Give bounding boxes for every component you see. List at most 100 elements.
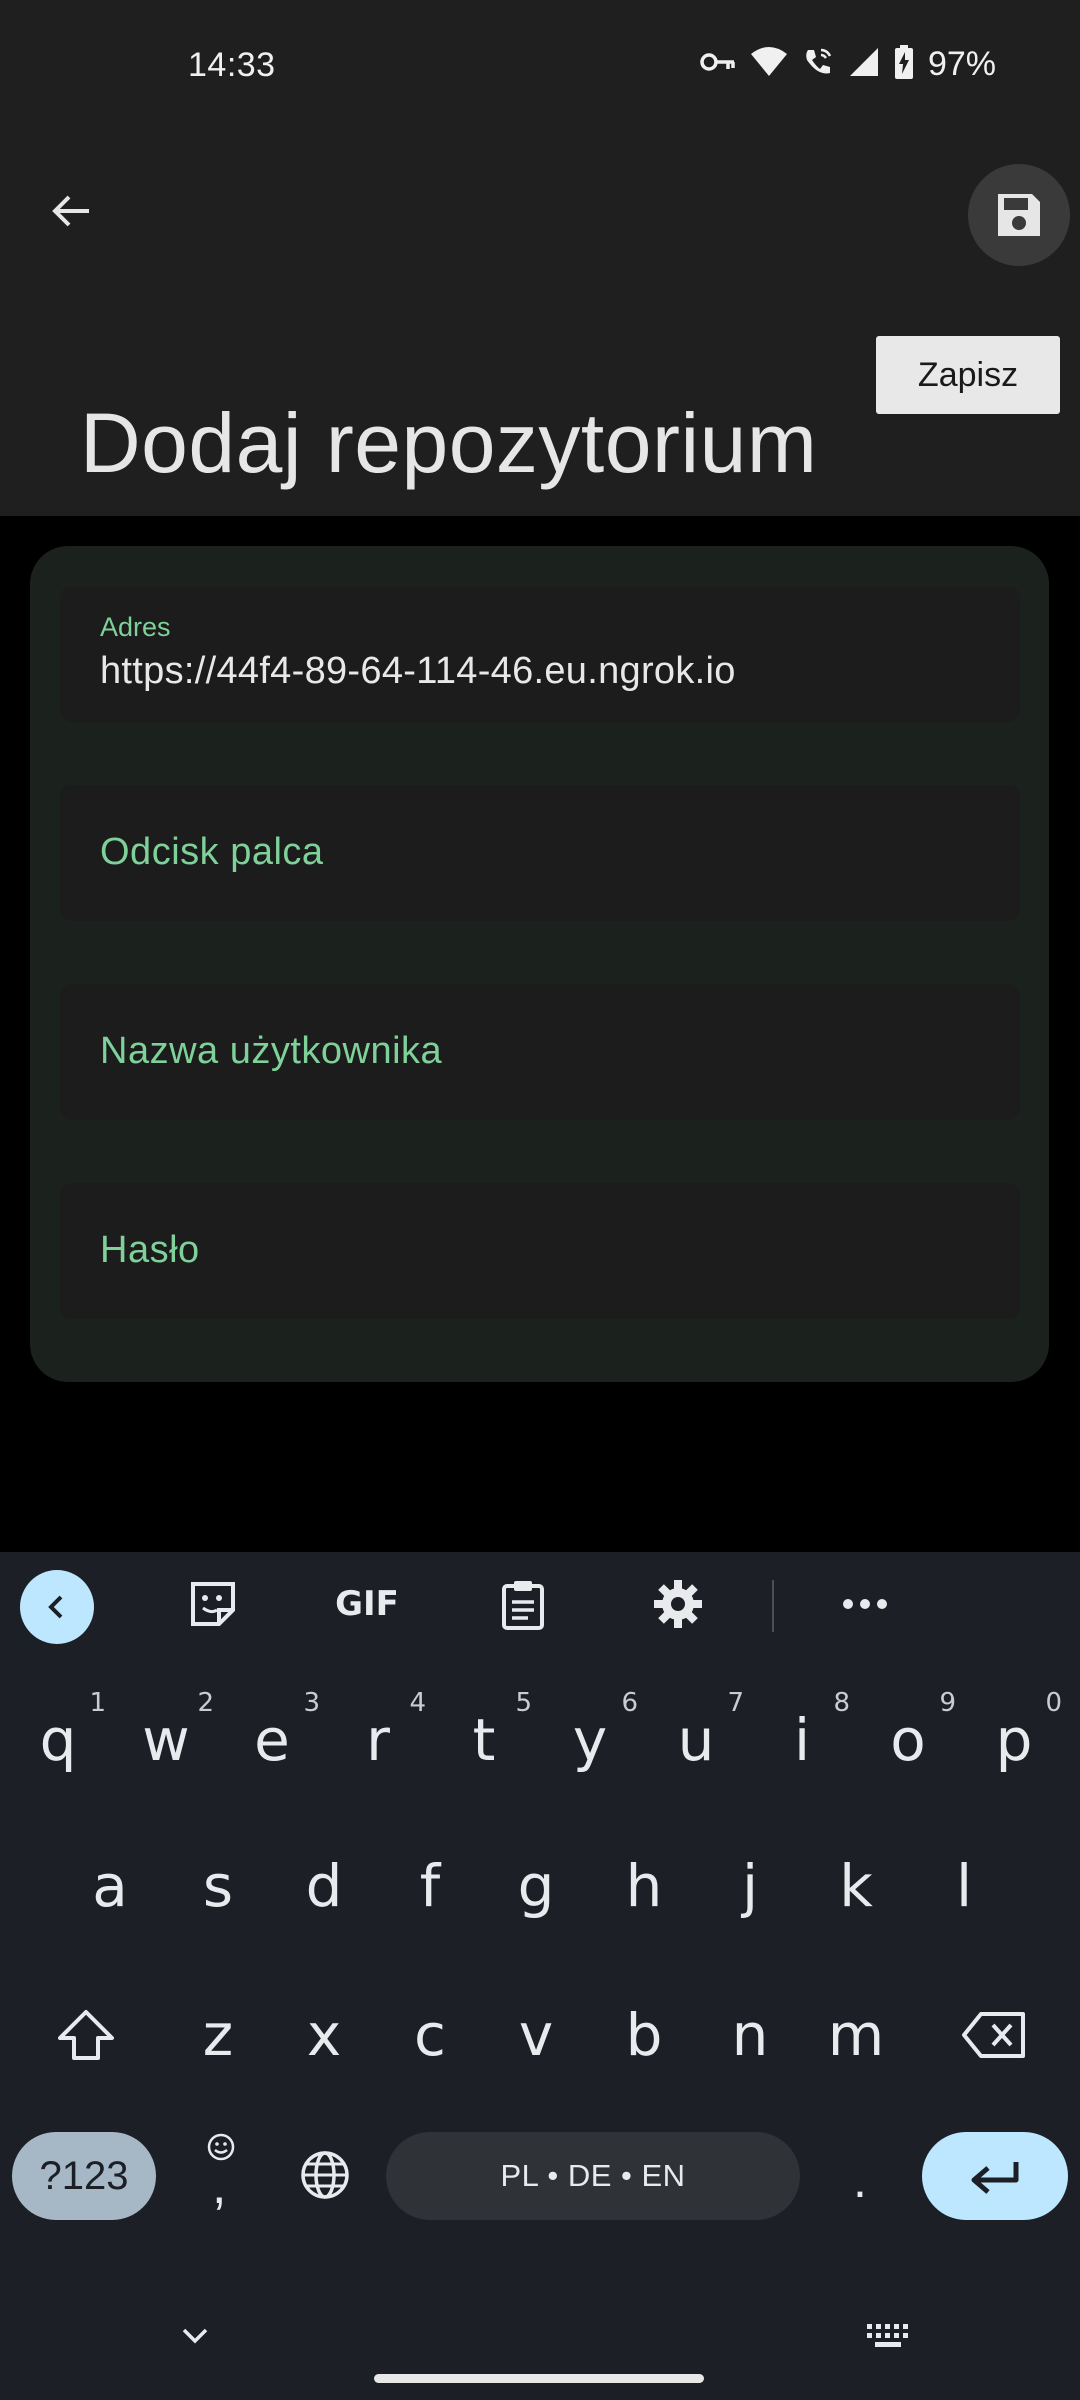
key-label: y bbox=[572, 1706, 608, 1774]
key-i[interactable]: i8 bbox=[752, 1680, 852, 1800]
password-label: Hasło bbox=[100, 1229, 200, 1271]
key-k[interactable]: k bbox=[806, 1826, 906, 1946]
address-value: https://44f4-89-64-114-46.eu.ngrok.io bbox=[100, 650, 736, 692]
key-hint: 5 bbox=[515, 1688, 532, 1718]
chevron-left-icon bbox=[48, 1595, 63, 1619]
backspace-key[interactable] bbox=[944, 1975, 1044, 2095]
key-s[interactable]: s bbox=[168, 1826, 268, 1946]
page-title: Dodaj repozytorium bbox=[80, 396, 818, 490]
key-f[interactable]: f bbox=[380, 1826, 480, 1946]
arrow-back-icon bbox=[52, 195, 89, 227]
language-key[interactable] bbox=[290, 2140, 360, 2210]
key-label: b bbox=[625, 2001, 663, 2069]
key-x[interactable]: x bbox=[274, 1975, 374, 2095]
key-label: t bbox=[472, 1706, 496, 1774]
key-hint: 8 bbox=[833, 1688, 850, 1718]
comma-emoji-key[interactable]: , bbox=[186, 2126, 256, 2226]
key-hint: 9 bbox=[939, 1688, 956, 1718]
enter-icon bbox=[971, 2162, 1019, 2194]
key-hint: 7 bbox=[727, 1688, 744, 1718]
key-label: o bbox=[890, 1706, 926, 1774]
keyboard-collapse-button[interactable] bbox=[20, 1570, 94, 1644]
key-label: h bbox=[625, 1852, 663, 1920]
back-button[interactable] bbox=[36, 176, 106, 246]
key-j[interactable]: j bbox=[700, 1826, 800, 1946]
symbols-key[interactable]: ?123 bbox=[12, 2132, 156, 2220]
hide-keyboard-button[interactable] bbox=[170, 2316, 220, 2356]
key-hint: 0 bbox=[1045, 1688, 1062, 1718]
home-indicator[interactable] bbox=[374, 2374, 704, 2383]
space-key[interactable]: PL • DE • EN bbox=[386, 2132, 800, 2220]
wifi-call-icon bbox=[802, 46, 834, 83]
key-label: w bbox=[142, 1706, 190, 1774]
key-y[interactable]: y6 bbox=[540, 1680, 640, 1800]
key-label: s bbox=[202, 1852, 234, 1920]
key-label: u bbox=[677, 1706, 715, 1774]
enter-key[interactable] bbox=[922, 2132, 1068, 2220]
globe-icon bbox=[301, 2151, 349, 2199]
gif-button[interactable]: GIF bbox=[332, 1576, 402, 1632]
sticker-button[interactable] bbox=[178, 1576, 248, 1632]
key-a[interactable]: a bbox=[60, 1826, 160, 1946]
backspace-icon bbox=[962, 2012, 1025, 2058]
key-hint: 2 bbox=[197, 1688, 214, 1718]
key-hint: 4 bbox=[409, 1688, 426, 1718]
clipboard-icon bbox=[502, 1581, 544, 1630]
username-field[interactable]: Nazwa użytkownika bbox=[60, 984, 1020, 1120]
key-label: r bbox=[366, 1706, 390, 1774]
key-b[interactable]: b bbox=[594, 1975, 694, 2095]
save-button[interactable] bbox=[968, 164, 1070, 266]
fingerprint-field[interactable]: Odcisk palca bbox=[60, 785, 1020, 921]
key-label: i bbox=[793, 1706, 811, 1774]
key-p[interactable]: p0 bbox=[964, 1680, 1064, 1800]
key-t[interactable]: t5 bbox=[434, 1680, 534, 1800]
switch-keyboard-button[interactable] bbox=[860, 2316, 916, 2356]
battery-percentage: 97% bbox=[927, 44, 996, 83]
period-key[interactable]: . bbox=[830, 2140, 890, 2220]
clipboard-button[interactable] bbox=[488, 1576, 558, 1632]
comma-label: , bbox=[212, 2157, 227, 2215]
address-field[interactable]: Adres https://44f4-89-64-114-46.eu.ngrok… bbox=[60, 586, 1020, 722]
form-card: Adres https://44f4-89-64-114-46.eu.ngrok… bbox=[30, 546, 1049, 1382]
shift-key[interactable] bbox=[40, 1975, 132, 2095]
key-l[interactable]: l bbox=[914, 1826, 1014, 1946]
vpn-key-icon bbox=[700, 50, 736, 79]
key-o[interactable]: o9 bbox=[858, 1680, 958, 1800]
key-label: v bbox=[518, 2001, 554, 2069]
key-u[interactable]: u7 bbox=[646, 1680, 746, 1800]
key-label: p bbox=[995, 1706, 1033, 1774]
key-e[interactable]: e3 bbox=[222, 1680, 322, 1800]
more-options-button[interactable] bbox=[830, 1576, 900, 1632]
key-label: q bbox=[39, 1706, 77, 1774]
settings-button[interactable] bbox=[643, 1576, 713, 1632]
status-time: 14:33 bbox=[188, 46, 276, 84]
key-q[interactable]: q1 bbox=[8, 1680, 108, 1800]
key-h[interactable]: h bbox=[594, 1826, 694, 1946]
key-w[interactable]: w2 bbox=[116, 1680, 216, 1800]
key-label: k bbox=[839, 1852, 873, 1920]
key-r[interactable]: r4 bbox=[328, 1680, 428, 1800]
key-m[interactable]: m bbox=[806, 1975, 906, 2095]
wifi-icon bbox=[750, 46, 788, 83]
key-label: x bbox=[306, 2001, 342, 2069]
password-field[interactable]: Hasło bbox=[60, 1183, 1020, 1319]
key-label: e bbox=[254, 1706, 290, 1774]
key-label: m bbox=[827, 2001, 885, 2069]
key-label: l bbox=[955, 1852, 973, 1920]
key-label: z bbox=[202, 2001, 234, 2069]
more-icon bbox=[843, 1599, 887, 1609]
floppy-disk-icon bbox=[998, 194, 1040, 236]
key-z[interactable]: z bbox=[168, 1975, 268, 2095]
key-label: j bbox=[741, 1852, 759, 1920]
key-c[interactable]: c bbox=[380, 1975, 480, 2095]
key-label: f bbox=[419, 1852, 441, 1920]
key-v[interactable]: v bbox=[486, 1975, 586, 2095]
key-label: g bbox=[517, 1852, 555, 1920]
key-g[interactable]: g bbox=[486, 1826, 586, 1946]
save-tooltip: Zapisz bbox=[876, 336, 1060, 414]
key-d[interactable]: d bbox=[274, 1826, 374, 1946]
key-n[interactable]: n bbox=[700, 1975, 800, 2095]
signal-icon bbox=[848, 46, 880, 83]
shift-icon bbox=[58, 2010, 114, 2060]
gear-icon bbox=[654, 1580, 702, 1628]
